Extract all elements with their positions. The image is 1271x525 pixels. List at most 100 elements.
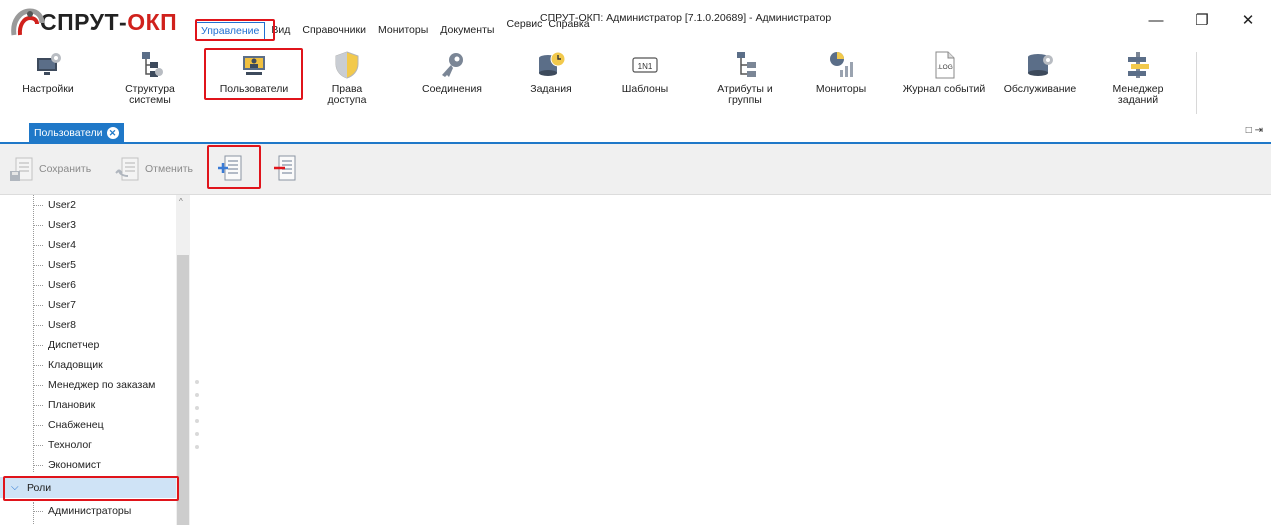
window-title: СПРУТ-ОКП: Администратор [7.1.0.20689] -… [540,12,832,24]
log-file-icon: .LOG [935,51,955,79]
scroll-up-icon[interactable]: ^ [179,197,183,206]
scrollbar-thumb[interactable] [177,255,189,525]
ribbon-event-log-button[interactable]: .LOG Журнал событий [898,46,990,95]
ribbon-monitors-label: Мониторы [815,83,867,95]
main-menu: Управление Вид Справочники Мониторы Доку… [195,18,602,40]
cancel-button[interactable]: Отменить [114,154,193,184]
tree-item-planner[interactable]: Плановик [0,395,176,415]
tree-item-label: Менеджер по заказам [48,379,156,391]
app-logo: СПРУТ-ОКП [10,5,177,39]
ribbon-divider [1196,52,1197,114]
ribbon-task-manager-label: Менеджер заданий [1112,83,1164,106]
key-icon [442,53,463,77]
tree-item-label: Диспетчер [48,339,100,351]
add-record-button[interactable] [217,153,245,183]
ribbon-monitors-button[interactable]: Мониторы [813,46,869,95]
ribbon-attributes-button[interactable]: Атрибуты и группы [715,46,775,106]
tree-item-label: User6 [48,279,77,291]
ribbon-maintenance-button[interactable]: Обслуживание [1000,46,1080,95]
chevron-down-icon[interactable]: ⌵ [11,482,23,493]
tree-item-user7[interactable]: User7 [0,295,176,315]
ribbon-event-log-label: Журнал событий [902,83,986,95]
settings-monitor-icon [37,53,61,75]
tree-item-label: Администраторы [48,505,132,517]
chart-monitor-icon [830,52,853,77]
svg-text:1N1: 1N1 [638,62,653,71]
shield-icon [335,51,359,79]
cancel-button-label: Отменить [145,163,193,175]
ribbon-templates-button[interactable]: 1N1 Шаблоны [617,46,673,95]
ribbon: Настройки Структура системы Пользователи… [0,46,1271,118]
ribbon-connections-label: Соединения [421,83,482,95]
menu-vid[interactable]: Вид [265,22,296,40]
tree-item-economist[interactable]: Экономист [0,455,176,475]
tree-item-administrators[interactable]: Администраторы [0,501,176,521]
logo-text-main: СПРУТ- [40,8,128,35]
ribbon-task-manager-button[interactable]: Менеджер заданий [1110,46,1166,106]
tree-scrollbar[interactable]: ^ [176,195,190,525]
ribbon-users-label: Пользователи [219,83,289,95]
toolbar: Сохранить Отменить [0,144,1271,195]
database-clock-icon [539,51,566,76]
ribbon-templates-label: Шаблоны [621,83,669,95]
save-button-label: Сохранить [39,163,92,175]
logo-text-accent: ОКП [127,8,178,35]
restore-button[interactable]: ❐ [1179,0,1225,40]
tree-item-user2[interactable]: User2 [0,195,176,215]
tree-item-technologist[interactable]: Технолог [0,435,176,455]
structure-tree-icon [142,52,163,77]
octopus-logo-icon [10,7,45,37]
users-tree: User2 User3 User4 User5 User6 User7 User… [0,195,190,525]
menu-spravochniki[interactable]: Справочники [296,22,372,40]
remove-record-icon [274,155,296,181]
tree-item-user3[interactable]: User3 [0,215,176,235]
save-button[interactable]: Сохранить [8,154,91,184]
close-tab-icon[interactable]: ✕ [106,126,119,139]
tree-item-label: User8 [48,319,77,331]
database-gear-icon [1028,54,1053,76]
menu-monitory[interactable]: Мониторы [372,22,434,40]
ribbon-jobs-button[interactable]: Задания [527,46,575,95]
ribbon-maintenance-label: Обслуживание [1003,83,1077,95]
tree-node-roles[interactable]: ⌵ Роли [0,477,176,498]
template-1n1-icon: 1N1 [632,57,658,73]
add-record-icon [218,155,242,181]
tree-item-label: User7 [48,299,77,311]
tree-node-roles-label: Роли [27,481,52,494]
ribbon-connections-button[interactable]: Соединения [421,46,483,95]
ribbon-attributes-label: Атрибуты и группы [717,83,773,106]
tab-users-label: Пользователи [34,126,103,139]
tree-item-storekeeper[interactable]: Кладовщик [0,355,176,375]
remove-record-button[interactable] [271,153,299,183]
svg-text:.LOG: .LOG [937,64,953,71]
tree-item-user8[interactable]: User8 [0,315,176,335]
ribbon-structure-button[interactable]: Структура системы [118,46,182,106]
ribbon-access-rights-button[interactable]: Права доступа [314,46,380,106]
tree-item-label: Плановик [48,399,96,411]
splitter-handle[interactable] [195,380,201,458]
save-doc-icon [10,157,33,181]
task-manager-icon [1128,52,1149,78]
ribbon-users-button[interactable]: Пользователи [210,46,298,95]
tree-item-label: Технолог [48,439,93,451]
pin-window-icon[interactable]: □ ⇥ [1246,125,1263,136]
tree-item-user4[interactable]: User4 [0,235,176,255]
ribbon-settings-button[interactable]: Настройки [20,46,76,95]
tab-users[interactable]: Пользователи ✕ [29,123,124,142]
tree-item-supplier[interactable]: Снабженец [0,415,176,435]
window-controls: — ❐ ✕ [1133,0,1271,40]
tree-item-label: Экономист [48,459,101,471]
menu-upravlenie[interactable]: Управление [195,22,266,40]
tree-item-label: Кладовщик [48,359,103,371]
app-logo-text: СПРУТ-ОКП [40,9,177,36]
tree-item-label: User4 [48,239,77,251]
attributes-tree-icon [737,52,756,77]
tree-item-dispatcher[interactable]: Диспетчер [0,335,176,355]
tree-item-label: User2 [48,199,77,211]
menu-dokumenty[interactable]: Документы [434,22,500,40]
tree-item-order-manager[interactable]: Менеджер по заказам [0,375,176,395]
tree-item-user5[interactable]: User5 [0,255,176,275]
close-button[interactable]: ✕ [1225,0,1271,40]
tree-item-user6[interactable]: User6 [0,275,176,295]
minimize-button[interactable]: — [1133,0,1179,40]
